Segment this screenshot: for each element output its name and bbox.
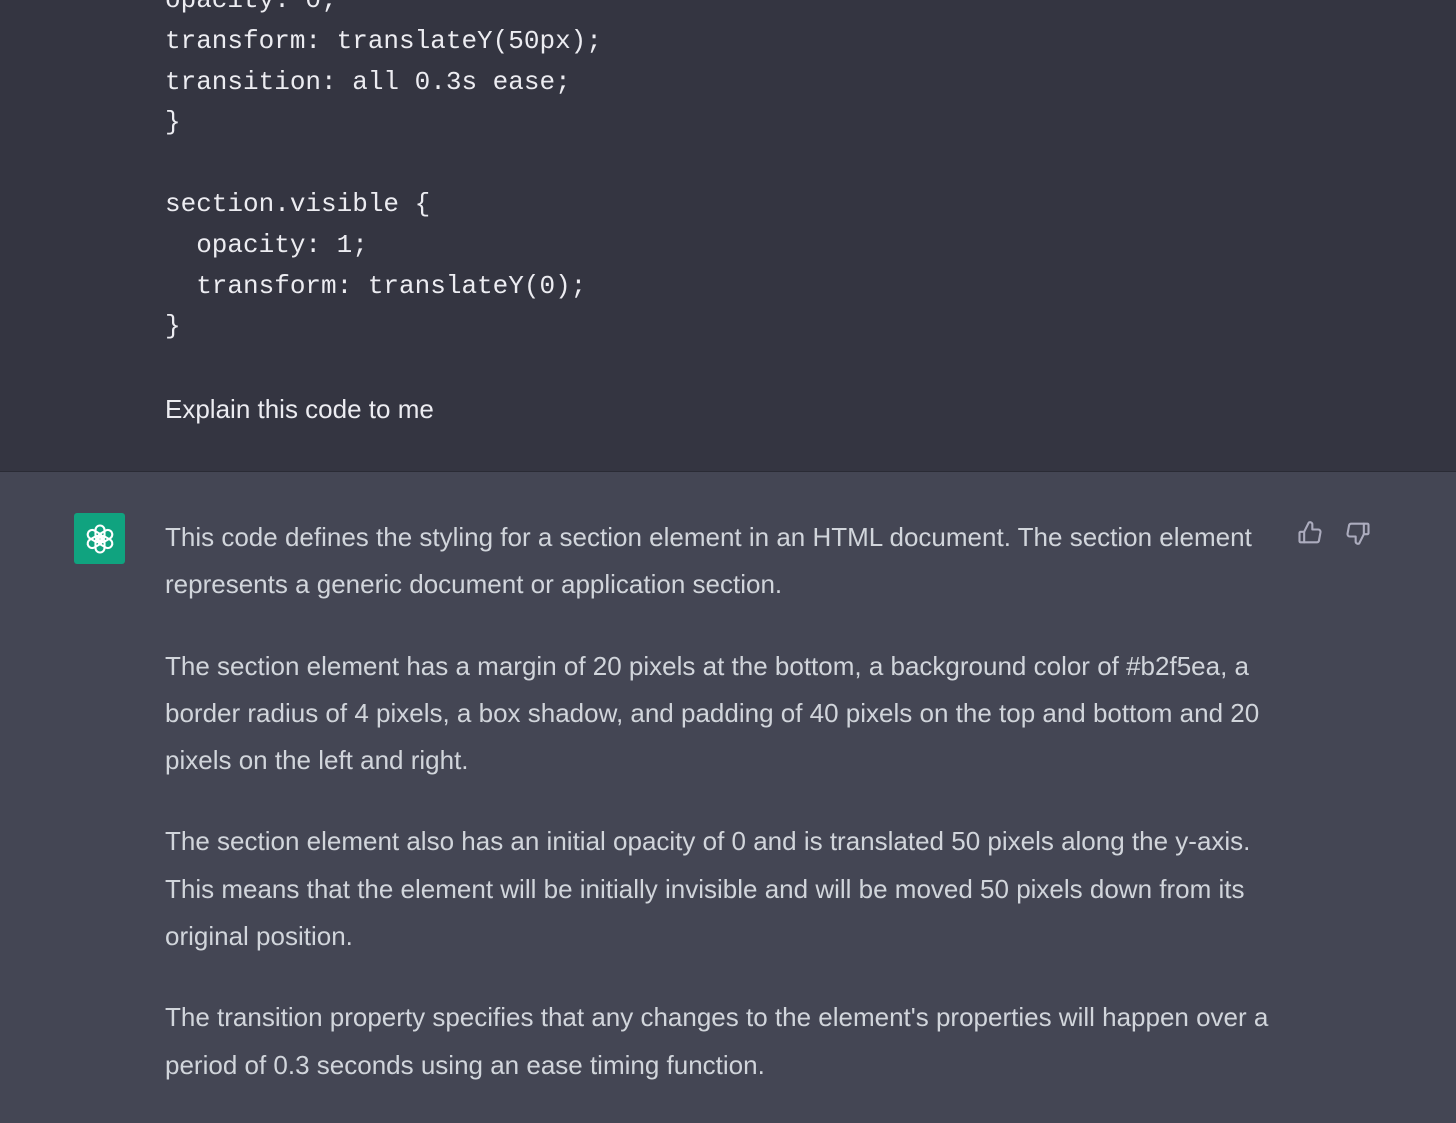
thumbs-up-icon[interactable] <box>1295 518 1325 548</box>
answer-paragraph: The section element has a margin of 20 p… <box>165 650 1260 776</box>
user-prompt-text: Explain this code to me <box>165 394 434 424</box>
assistant-message: This code defines the styling for a sect… <box>0 472 1456 1121</box>
answer-paragraph: This code defines the styling for a sect… <box>165 522 1252 600</box>
openai-logo-icon <box>74 513 125 564</box>
answer-paragraph: The section element also has an initial … <box>165 826 1251 952</box>
answer-paragraph: The transition property specifies that a… <box>165 1002 1269 1080</box>
user-message: opacity: 0; transform: translateY(50px);… <box>0 0 1456 472</box>
assistant-answer: This code defines the styling for a sect… <box>165 514 1280 1123</box>
user-code-snippet: opacity: 0; transform: translateY(50px);… <box>165 0 602 342</box>
thumbs-down-icon[interactable] <box>1343 518 1373 548</box>
